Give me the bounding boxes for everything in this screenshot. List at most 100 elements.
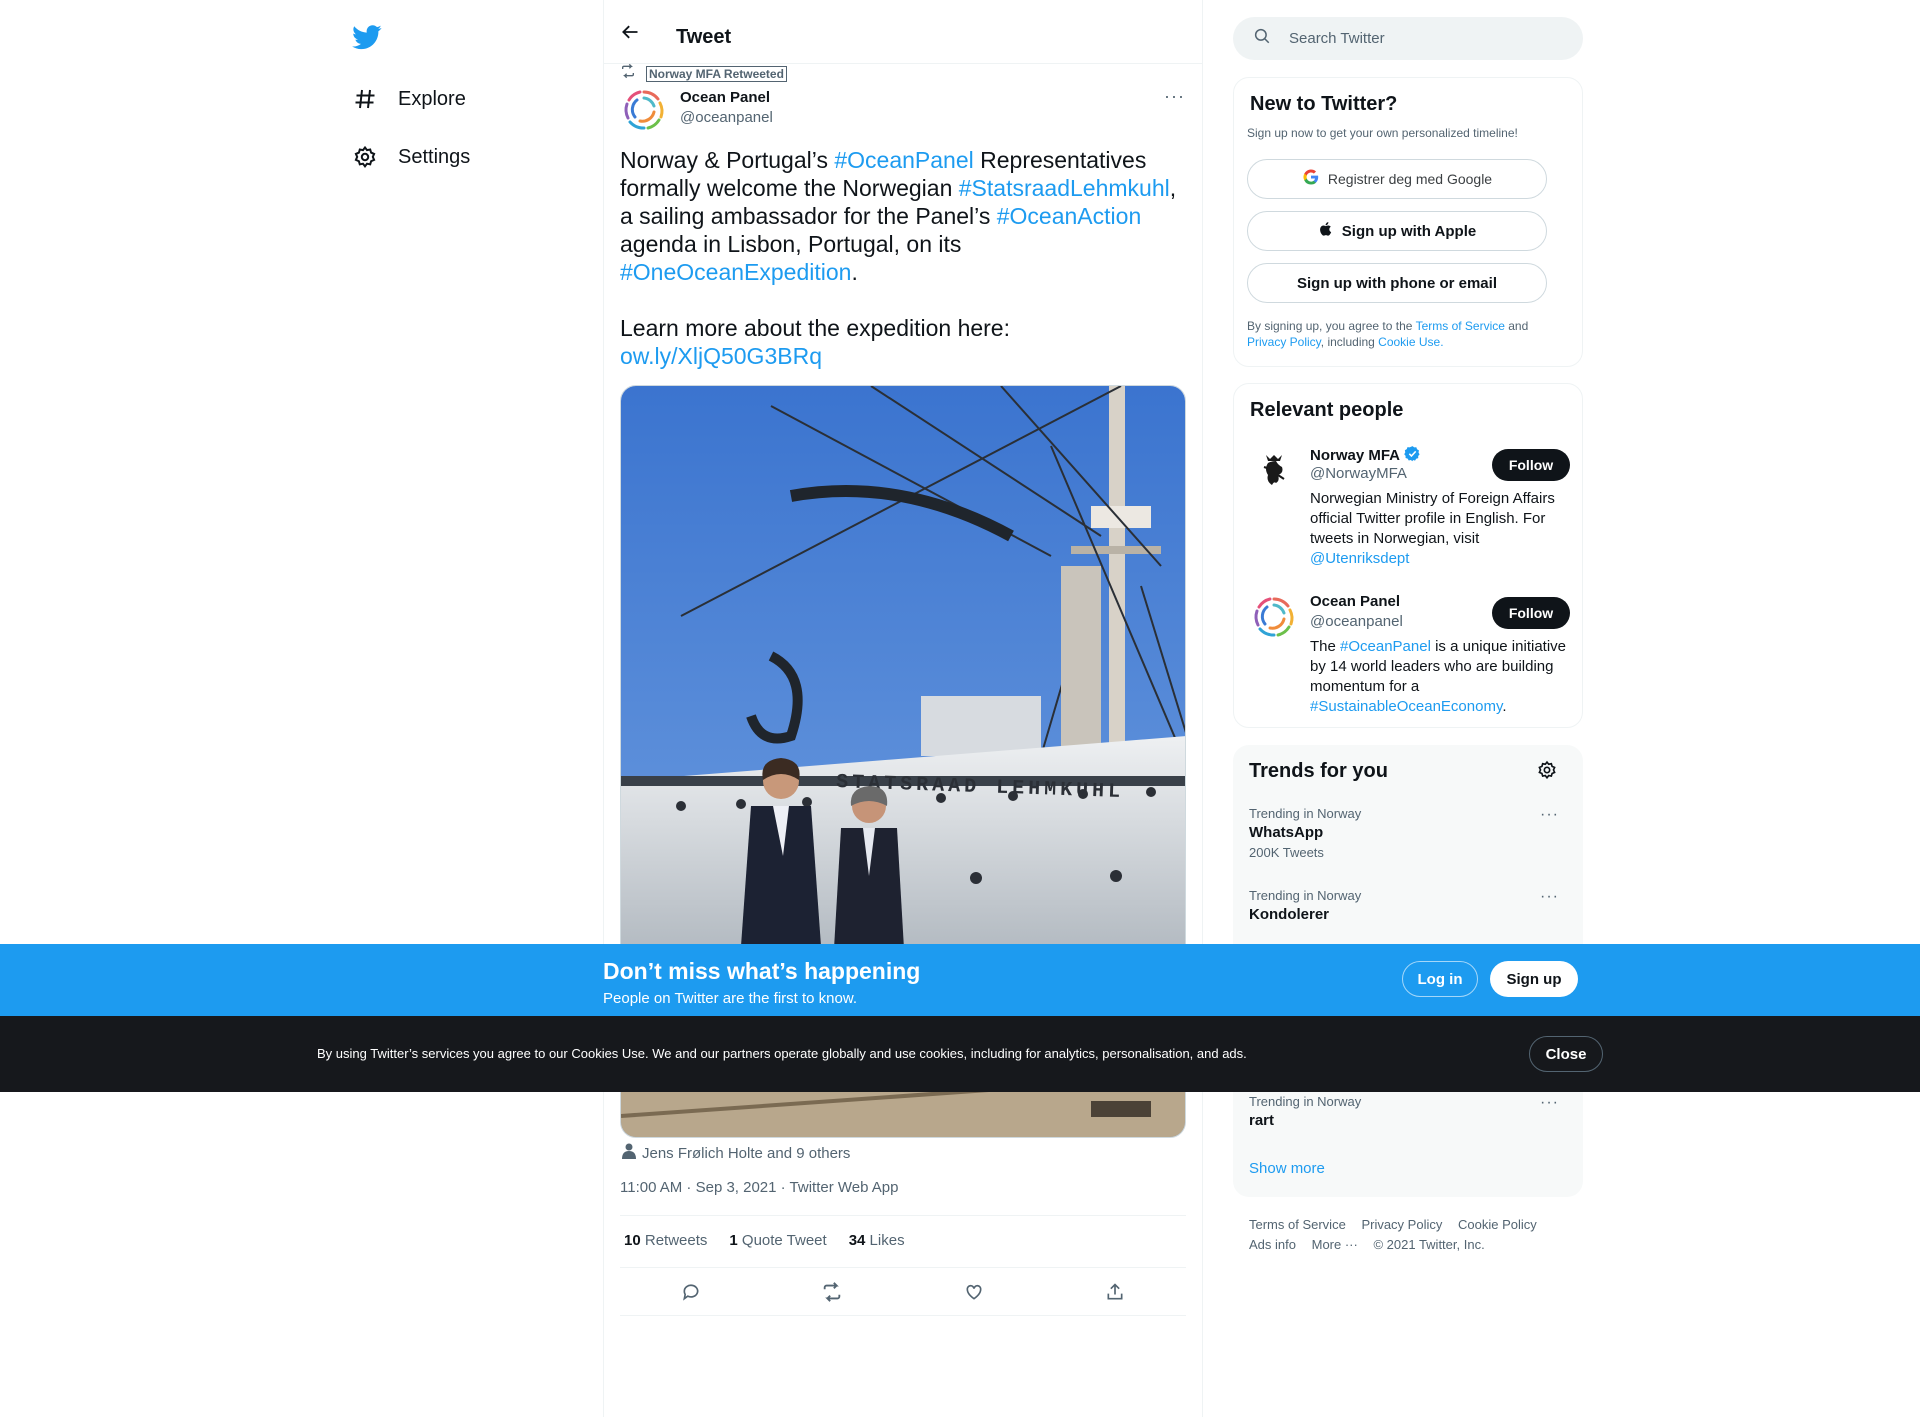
trend-count: 200K Tweets xyxy=(1249,845,1324,860)
cookie-close-button[interactable]: Close xyxy=(1529,1036,1603,1072)
footer-copyright: © 2021 Twitter, Inc. xyxy=(1373,1237,1485,1252)
like-icon[interactable] xyxy=(960,1278,988,1306)
retweet-icon[interactable] xyxy=(818,1278,846,1306)
person-handle[interactable]: @NorwayMFA xyxy=(1310,465,1407,482)
apple-signup-button[interactable]: Sign up with Apple xyxy=(1247,211,1547,251)
hashtag-link[interactable]: #StatsraadLehmkuhl xyxy=(959,175,1170,201)
arrow-left-icon[interactable] xyxy=(620,22,642,44)
legal-text: , including xyxy=(1320,335,1379,349)
search-input[interactable] xyxy=(1289,30,1549,47)
relevant-person[interactable]: Norway MFA @NorwayMFA Follow Norwegian M… xyxy=(1250,445,1570,567)
google-g-icon xyxy=(1302,168,1320,190)
nav-settings-label: Settings xyxy=(398,145,471,168)
divider xyxy=(620,1215,1186,1216)
cookie-text: By using Twitter’s services you agree to… xyxy=(317,1046,1247,1061)
utenriksdept-link[interactable]: @Utenriksdept xyxy=(1310,550,1409,567)
terms-of-service-link[interactable]: Terms of Service xyxy=(1416,319,1505,333)
author-handle[interactable]: @oceanpanel xyxy=(680,109,773,126)
more-options-icon[interactable]: ··· xyxy=(1540,888,1559,906)
signup-button[interactable]: Sign up xyxy=(1490,961,1578,997)
follow-button[interactable]: Follow xyxy=(1492,449,1570,481)
retweets-count: 10 xyxy=(624,1232,641,1249)
trend-context: Trending in Norway xyxy=(1249,888,1362,903)
trend-name: Kondolerer xyxy=(1249,906,1330,923)
tweet-link[interactable]: ow.ly/XljQ50G3BRq xyxy=(620,343,822,369)
retweeted-by-label[interactable]: Norway MFA Retweeted xyxy=(646,65,787,82)
follow-button[interactable]: Follow xyxy=(1492,597,1570,629)
person-name[interactable]: Norway MFA xyxy=(1310,445,1421,466)
search-icon xyxy=(1253,27,1271,50)
relevant-person[interactable]: Ocean Panel @oceanpanel Follow The #Ocea… xyxy=(1250,593,1570,715)
quotes-stat[interactable]: 1 Quote Tweet xyxy=(729,1232,826,1249)
tweet-stats: 10 Retweets 1 Quote Tweet 34 Likes xyxy=(624,1232,905,1249)
hashtag-link[interactable]: #OceanPanel xyxy=(834,147,973,173)
promo-subtitle: People on Twitter are the first to know. xyxy=(603,990,858,1007)
google-signup-label: Registrer deg med Google xyxy=(1327,171,1493,187)
footer-privacy-link[interactable]: Privacy Policy xyxy=(1361,1217,1442,1232)
person-bio-text: Norwegian Ministry of Foreign Affairs of… xyxy=(1310,490,1555,547)
person-bio: Norwegian Ministry of Foreign Affairs of… xyxy=(1310,489,1572,569)
trend-item[interactable]: Trending in Norway Kondolerer ··· xyxy=(1249,888,1569,923)
hashtag-icon xyxy=(352,86,378,112)
text-segment: . xyxy=(1502,698,1507,715)
author-name[interactable]: Ocean Panel xyxy=(680,89,770,106)
relevant-people-card: Relevant people Norway MFA @NorwayMFA Fo… xyxy=(1233,383,1583,728)
tweet-timestamp[interactable]: 11:00 AM · Sep 3, 2021 · Twitter Web App xyxy=(620,1179,899,1196)
trend-item[interactable]: Trending in Norway rart ··· xyxy=(1249,1094,1569,1129)
twitter-bird-icon[interactable] xyxy=(352,22,384,54)
divider xyxy=(620,1267,1186,1268)
trend-item[interactable]: Trending in Norway WhatsApp 200K Tweets … xyxy=(1249,806,1569,860)
more-options-icon[interactable]: ··· xyxy=(1540,806,1559,824)
cookie-use-link[interactable]: Cookie Use. xyxy=(1378,335,1443,349)
person-handle[interactable]: @oceanpanel xyxy=(1310,613,1403,630)
retweet-context: Norway MFA Retweeted xyxy=(620,63,787,84)
norway-coat-of-arms-avatar[interactable] xyxy=(1250,445,1298,493)
signup-card-subtitle: Sign up now to get your own personalized… xyxy=(1247,126,1518,140)
hashtag-link[interactable]: #OceanPanel xyxy=(1340,638,1431,655)
quotes-label: Quote Tweet xyxy=(741,1232,827,1249)
likes-stat[interactable]: 34 Likes xyxy=(849,1232,905,1249)
nav-settings[interactable]: Settings xyxy=(352,137,470,177)
person-name[interactable]: Ocean Panel xyxy=(1310,593,1400,610)
trends-settings-gear-icon[interactable] xyxy=(1537,760,1557,785)
footer-terms-link[interactable]: Terms of Service xyxy=(1249,1217,1346,1232)
signup-card-title: New to Twitter? xyxy=(1250,93,1398,115)
login-button[interactable]: Log in xyxy=(1402,961,1478,997)
page-title: Tweet xyxy=(676,26,732,48)
tagged-people[interactable]: Jens Frølich Holte and 9 others xyxy=(622,1143,850,1163)
retweets-stat[interactable]: 10 Retweets xyxy=(624,1232,707,1249)
reply-icon[interactable] xyxy=(677,1278,705,1306)
tweet-text: Norway & Portugal’s #OceanPanel Represen… xyxy=(620,146,1190,370)
google-signup-button[interactable]: Registrer deg med Google xyxy=(1247,159,1547,199)
nav-explore[interactable]: Explore xyxy=(352,79,466,119)
text-segment: The xyxy=(1310,638,1341,655)
tweet-header: Tweet xyxy=(604,0,1202,64)
hashtag-link[interactable]: #SustainableOceanEconomy xyxy=(1310,698,1502,715)
divider xyxy=(620,1315,1186,1316)
more-options-icon[interactable]: ··· xyxy=(1540,1094,1559,1112)
signup-legal-text: By signing up, you agree to the Terms of… xyxy=(1247,318,1567,350)
tweet-text-paragraph: Learn more about the expedition here: ow… xyxy=(620,314,1190,370)
hashtag-link[interactable]: #OneOceanExpedition xyxy=(620,259,851,285)
footer-links: Terms of Service Privacy Policy Cookie P… xyxy=(1249,1215,1579,1255)
legal-text: and xyxy=(1504,319,1529,333)
footer-ads-info-link[interactable]: Ads info xyxy=(1249,1237,1296,1252)
share-icon[interactable] xyxy=(1101,1278,1129,1306)
phone-email-signup-button[interactable]: Sign up with phone or email xyxy=(1247,263,1547,303)
author-avatar[interactable] xyxy=(620,86,668,134)
hashtag-link[interactable]: #OceanAction xyxy=(997,203,1141,229)
search-bar[interactable] xyxy=(1233,17,1583,60)
person-name-text: Norway MFA xyxy=(1310,447,1401,464)
ocean-panel-avatar[interactable] xyxy=(1250,593,1298,641)
tweet-actions xyxy=(620,1278,1186,1306)
retweets-label: Retweets xyxy=(644,1232,708,1249)
footer-cookie-link[interactable]: Cookie Policy xyxy=(1458,1217,1537,1232)
tagged-people-label: Jens Frølich Holte and 9 others xyxy=(642,1144,851,1162)
more-options-icon[interactable]: ··· xyxy=(1164,86,1185,107)
privacy-policy-link[interactable]: Privacy Policy xyxy=(1247,335,1321,349)
show-more-link[interactable]: Show more xyxy=(1249,1160,1325,1177)
text-segment: . xyxy=(851,259,858,285)
footer-more-link[interactable]: More ··· xyxy=(1312,1237,1358,1252)
trend-context: Trending in Norway xyxy=(1249,1094,1362,1109)
trend-name: rart xyxy=(1249,1112,1275,1129)
